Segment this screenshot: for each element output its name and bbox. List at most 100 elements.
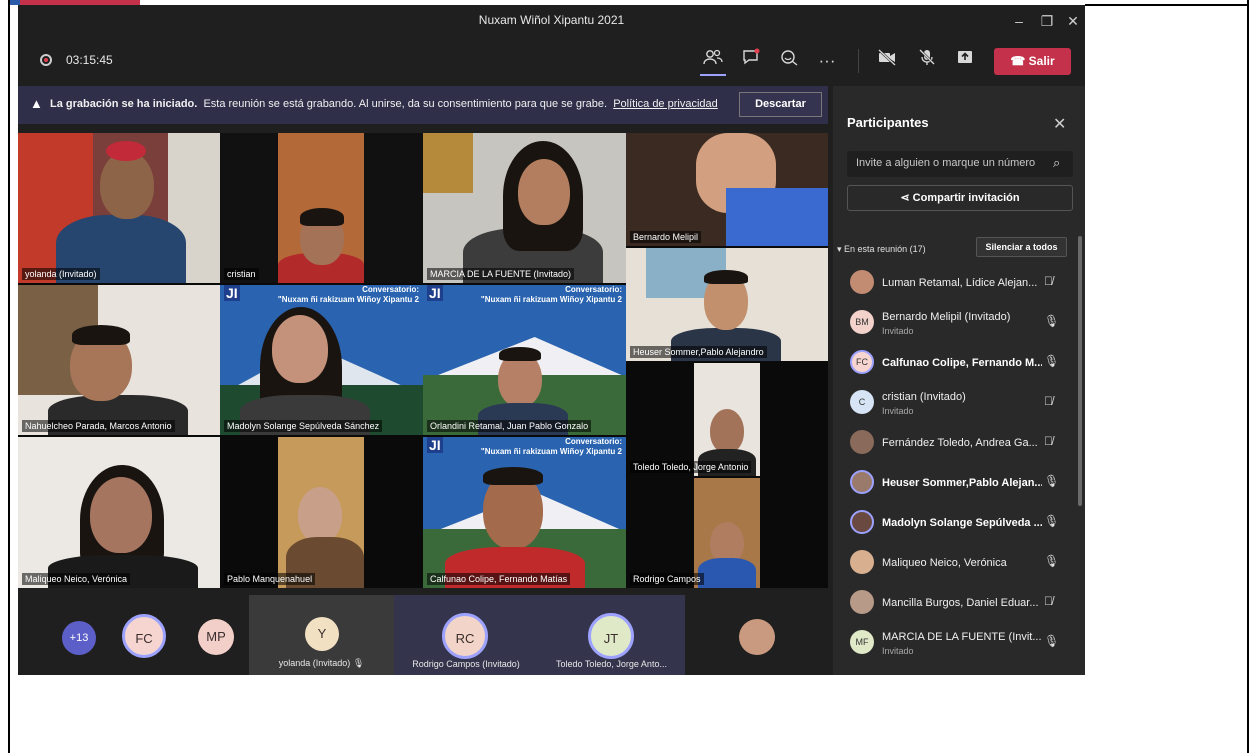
banner-message: La grabación se ha iniciado. Esta reunió… (50, 98, 718, 110)
participant-name: cristian (Invitado) (882, 391, 966, 403)
mic-off-icon: 🎙 (352, 658, 365, 668)
list-item[interactable]: Mancilla Burgos, Daniel Eduar... 🎙̸ (833, 584, 1073, 624)
search-input[interactable]: Invite a alguien o marque un número ⌕ (847, 151, 1073, 177)
video-tile[interactable]: Heuser Sommer,Pablo Alejandro (626, 248, 828, 361)
mic-off-icon: 🎙̸ (1044, 274, 1053, 288)
avatar[interactable]: MP (198, 619, 234, 655)
avatar[interactable]: FC (122, 614, 166, 658)
video-tile[interactable]: Nahuelcheo Parada, Marcos Antonio (18, 285, 220, 435)
participant-name: Luman Retamal, Lídice Alejan... (882, 277, 1038, 289)
participant-label: Rodrigo Campos (Invitado) (412, 659, 520, 669)
leave-label: Salir (1028, 54, 1055, 68)
video-tile[interactable]: Pablo Manquenahuel (220, 437, 423, 588)
frame-border-right (1247, 0, 1249, 753)
participants-panel: Participantes ✕ Invite a alguien o marqu… (833, 86, 1085, 675)
panel-title: Participantes (847, 115, 929, 130)
meeting-toolbar: 03:15:45 ··· ☎ Salir (18, 37, 1085, 85)
maximize-icon[interactable]: ❐ (1034, 10, 1060, 32)
participants-icon[interactable] (700, 48, 726, 76)
avatar: MF (850, 630, 874, 654)
close-icon[interactable]: ✕ (1060, 10, 1086, 32)
video-tile[interactable]: cristian (220, 133, 423, 283)
event-banner: Conversatorio: "Nuxam ñi rakizuam Wiñoy … (423, 285, 626, 305)
participant-name: Rodrigo Campos (630, 573, 704, 585)
participant-name: Calfunao Colipe, Fernando M... (882, 357, 1042, 369)
list-item[interactable]: Luman Retamal, Lídice Alejan... 🎙̸ (833, 264, 1073, 304)
avatar: C (850, 390, 874, 414)
dismiss-button[interactable]: Descartar (739, 92, 822, 117)
participant-name: Pablo Manquenahuel (224, 573, 316, 585)
participant-role: Invitado (882, 406, 914, 416)
participant-name: Mancilla Burgos, Daniel Eduar... (882, 597, 1039, 609)
participant-name: Maliqueo Neico, Verónica (882, 557, 1007, 569)
video-tile[interactable]: Bernardo Melipil (626, 133, 828, 246)
recording-banner: ▲ La grabación se ha iniciado. Esta reun… (18, 86, 828, 124)
participant-role: Invitado (882, 326, 914, 336)
list-item[interactable]: BM Bernardo Melipil (Invitado) Invitado … (833, 304, 1073, 344)
more-options-icon[interactable]: ··· (814, 48, 840, 74)
video-tile[interactable]: JI Conversatorio: "Nuxam ñi rakizuam Wiñ… (423, 437, 626, 588)
participant-name: Fernández Toledo, Andrea Ga... (882, 437, 1038, 449)
participant-name: Bernardo Melipil (630, 231, 702, 243)
list-item[interactable]: Madolyn Solange Sepúlveda ... 🎙 (833, 504, 1073, 544)
video-tile[interactable]: Toledo Toledo, Jorge Antonio (626, 363, 828, 476)
participant-name: MARCIA DE LA FUENTE (Invitado) (427, 268, 575, 280)
avatar (850, 470, 874, 494)
mic-off-icon: 🎙̸ (1044, 434, 1053, 448)
list-item[interactable]: C cristian (Invitado) Invitado 🎙̸ (833, 384, 1073, 424)
event-banner-line: Conversatorio: (362, 285, 419, 294)
participant-list: Luman Retamal, Lídice Alejan... 🎙̸ BM Be… (833, 264, 1085, 675)
mute-all-button[interactable]: Silenciar a todos (976, 237, 1067, 257)
mic-icon: 🎙 (1044, 514, 1060, 528)
panel-scrollbar[interactable] (1078, 236, 1082, 506)
more-participants-badge[interactable]: +13 (62, 621, 96, 655)
avatar[interactable] (739, 619, 775, 655)
video-grid: yolanda (Invitado) cristian MARCIA DE LA… (18, 133, 828, 588)
camera-off-icon[interactable] (874, 48, 900, 74)
participant-cell[interactable]: Y yolanda (Invitado) 🎙 (249, 595, 394, 675)
chat-icon[interactable] (738, 48, 764, 74)
mic-icon: 🎙 (1044, 314, 1060, 328)
share-invitation-button[interactable]: ⋖ Compartir invitación (847, 185, 1073, 211)
banner-title: La grabación se ha iniciado. (50, 98, 198, 110)
event-banner-line: "Nuxam ñi rakizuam Wiñoy Xipantu 2 (480, 447, 622, 456)
recording-timer: 03:15:45 (66, 53, 113, 67)
share-screen-icon[interactable] (952, 48, 978, 74)
participant-label: yolanda (Invitado) 🎙 (249, 658, 394, 669)
avatar: Y (305, 617, 339, 651)
event-banner-line: Conversatorio: (565, 285, 622, 294)
participant-cell[interactable]: RC Rodrigo Campos (Invitado) (394, 595, 538, 675)
reactions-icon[interactable] (776, 48, 802, 74)
video-tile[interactable]: yolanda (Invitado) (18, 133, 220, 283)
teams-meeting-window: Nuxam Wiñol Xipantu 2021 – ❐ ✕ 03:15:45 … (18, 5, 1085, 675)
event-banner-line: Conversatorio: (565, 437, 622, 446)
minimize-icon[interactable]: – (1006, 10, 1032, 32)
mic-off-icon[interactable] (914, 48, 940, 74)
banner-text: Esta reunión se está grabando. Al unirse… (203, 98, 608, 110)
video-tile[interactable]: Rodrigo Campos (626, 478, 828, 588)
video-tile[interactable]: JI Conversatorio: "Nuxam ñi rakizuam Wiñ… (220, 285, 423, 435)
mic-off-icon: 🎙̸ (1044, 394, 1053, 408)
avatar (850, 590, 874, 614)
list-item[interactable]: MF MARCIA DE LA FUENTE (Invit... Invitad… (833, 624, 1073, 664)
participant-strip: +13 FC MP Y yolanda (Invitado) 🎙 RC Rodr… (18, 595, 828, 675)
privacy-policy-link[interactable]: Política de privacidad (613, 98, 718, 110)
avatar: JT (588, 613, 634, 659)
section-header[interactable]: ▾ En esta reunión (17) (837, 244, 926, 255)
avatar (850, 270, 874, 294)
participant-name: Orlandini Retamal, Juan Pablo Gonzalo (427, 420, 592, 432)
chevron-down-icon: ▾ (837, 244, 842, 254)
video-tile[interactable]: Maliqueo Neico, Verónica (18, 437, 220, 588)
participant-cell[interactable]: JT Toledo Toledo, Jorge Anto... (538, 595, 685, 675)
mic-icon: 🎙 (1044, 554, 1060, 568)
participant-name: Heuser Sommer,Pablo Alejandro (630, 346, 767, 358)
video-tile[interactable]: JI Conversatorio: "Nuxam ñi rakizuam Wiñ… (423, 285, 626, 435)
close-icon[interactable]: ✕ (1053, 114, 1066, 134)
participant-name: Toledo Toledo, Jorge Antonio (630, 461, 752, 473)
list-item[interactable]: Heuser Sommer,Pablo Alejan... 🎙 (833, 464, 1073, 504)
leave-button[interactable]: ☎ Salir (994, 48, 1071, 75)
list-item[interactable]: Fernández Toledo, Andrea Ga... 🎙̸ (833, 424, 1073, 464)
video-tile[interactable]: MARCIA DE LA FUENTE (Invitado) (423, 133, 626, 283)
list-item[interactable]: Maliqueo Neico, Verónica 🎙 (833, 544, 1073, 584)
list-item[interactable]: FC Calfunao Colipe, Fernando M... 🎙 (833, 344, 1073, 384)
